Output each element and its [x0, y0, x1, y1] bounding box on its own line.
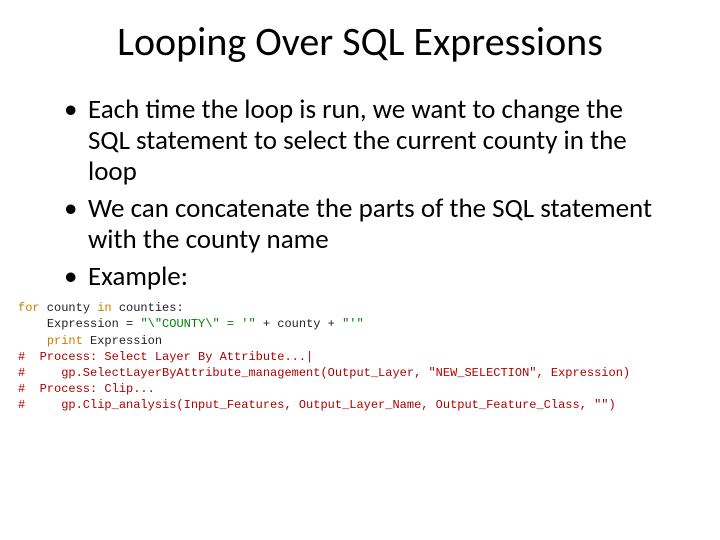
code-comment: # gp.Clip_analysis(Input_Features, Outpu…: [18, 398, 616, 412]
code-text: Expression: [83, 334, 162, 348]
slide-title: Looping Over SQL Expressions: [60, 20, 660, 64]
code-keyword: print: [47, 334, 83, 348]
code-text: counties: [112, 301, 177, 315]
code-keyword: in: [97, 301, 111, 315]
slide: Looping Over SQL Expressions Each time t…: [0, 0, 720, 540]
code-comment: # Process: Clip...: [18, 382, 155, 396]
code-comment: # Process: Select Layer By Attribute...|: [18, 350, 313, 364]
code-text: [18, 334, 47, 348]
code-text: [18, 317, 47, 331]
code-text: county: [277, 317, 320, 331]
bullet-item: Each time the loop is run, we want to ch…: [60, 94, 660, 187]
code-string: "\"COUNTY\" = '": [140, 317, 255, 331]
code-text: :: [176, 301, 183, 315]
bullet-list: Each time the loop is run, we want to ch…: [60, 94, 660, 292]
code-comment: # gp.SelectLayerByAttribute_management(O…: [18, 366, 630, 380]
bullet-item: We can concatenate the parts of the SQL …: [60, 193, 660, 255]
code-string: "'": [342, 317, 364, 331]
code-text: +: [256, 317, 278, 331]
slide-body: Each time the loop is run, we want to ch…: [60, 94, 660, 292]
code-text: Expression: [47, 317, 126, 331]
code-keyword: for: [18, 301, 40, 315]
code-text: +: [320, 317, 342, 331]
code-example: for county in counties: Expression = "\"…: [18, 300, 720, 413]
bullet-item: Example:: [60, 261, 660, 292]
code-text: county: [40, 301, 98, 315]
